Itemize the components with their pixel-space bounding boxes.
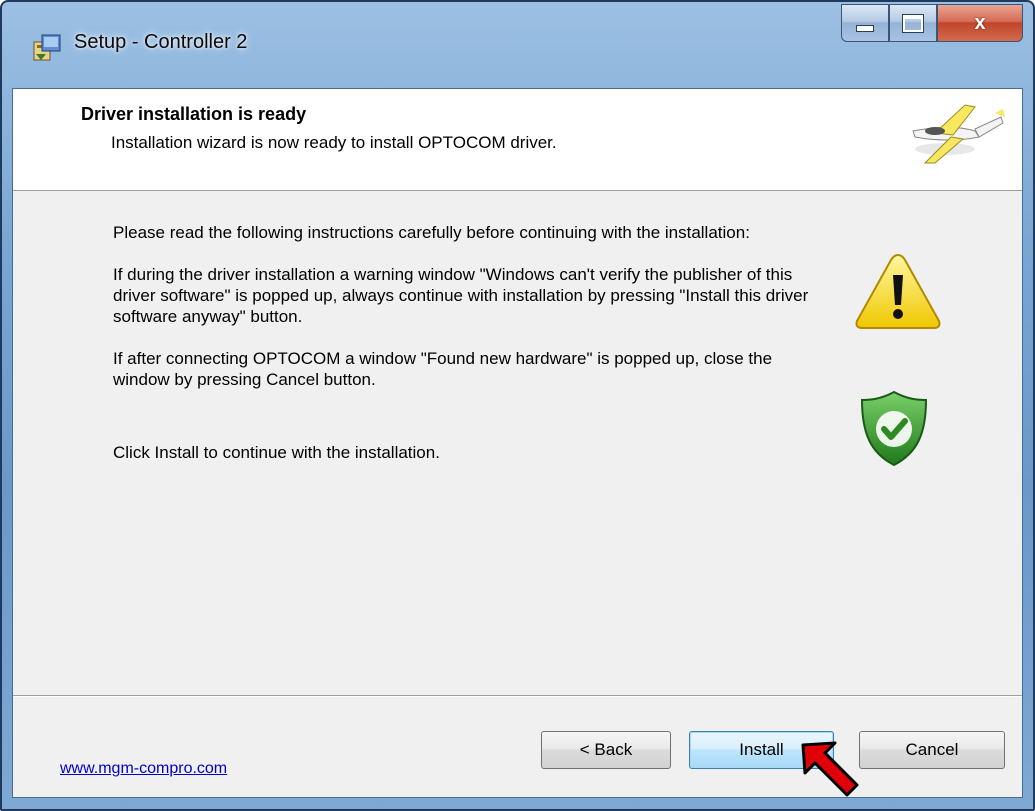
close-icon: x — [974, 11, 986, 34]
warning-icon — [855, 253, 941, 329]
instruction-paragraph: Please read the following instructions c… — [113, 223, 750, 242]
wizard-client-area: Driver installation is ready Installatio… — [12, 88, 1023, 798]
minimize-icon — [856, 24, 874, 32]
minimize-button[interactable] — [841, 4, 889, 42]
footer-divider — [13, 695, 1022, 697]
website-link[interactable]: www.mgm-compro.com — [60, 760, 227, 778]
instructions-text: Please read the following instructions c… — [113, 222, 813, 463]
maximize-button[interactable] — [889, 4, 937, 42]
setup-window: Setup - Controller 2 x Driver installati… — [0, 0, 1035, 811]
page-title: Driver installation is ready — [81, 104, 307, 124]
maximize-icon — [902, 13, 924, 33]
window-title: Setup - Controller 2 — [74, 31, 248, 53]
instruction-paragraph: If after connecting OPTOCOM a window "Fo… — [113, 349, 773, 389]
back-button[interactable]: < Back — [541, 731, 671, 769]
setup-app-icon — [33, 34, 61, 61]
page-subtitle: Installation wizard is now ready to inst… — [111, 133, 557, 152]
caption-buttons: x — [841, 4, 1023, 42]
instruction-paragraph: Click Install to continue with the insta… — [113, 443, 440, 462]
close-button[interactable]: x — [937, 4, 1023, 42]
red-arrow-pointer-icon — [801, 741, 859, 797]
wizard-header: Driver installation is ready Installatio… — [13, 89, 1022, 191]
shield-check-icon — [860, 390, 928, 467]
instruction-paragraph: If during the driver installation a warn… — [113, 265, 809, 326]
airplane-icon — [912, 104, 1005, 164]
cancel-button[interactable]: Cancel — [859, 731, 1005, 769]
title-bar[interactable]: Setup - Controller 2 x — [2, 2, 1033, 88]
